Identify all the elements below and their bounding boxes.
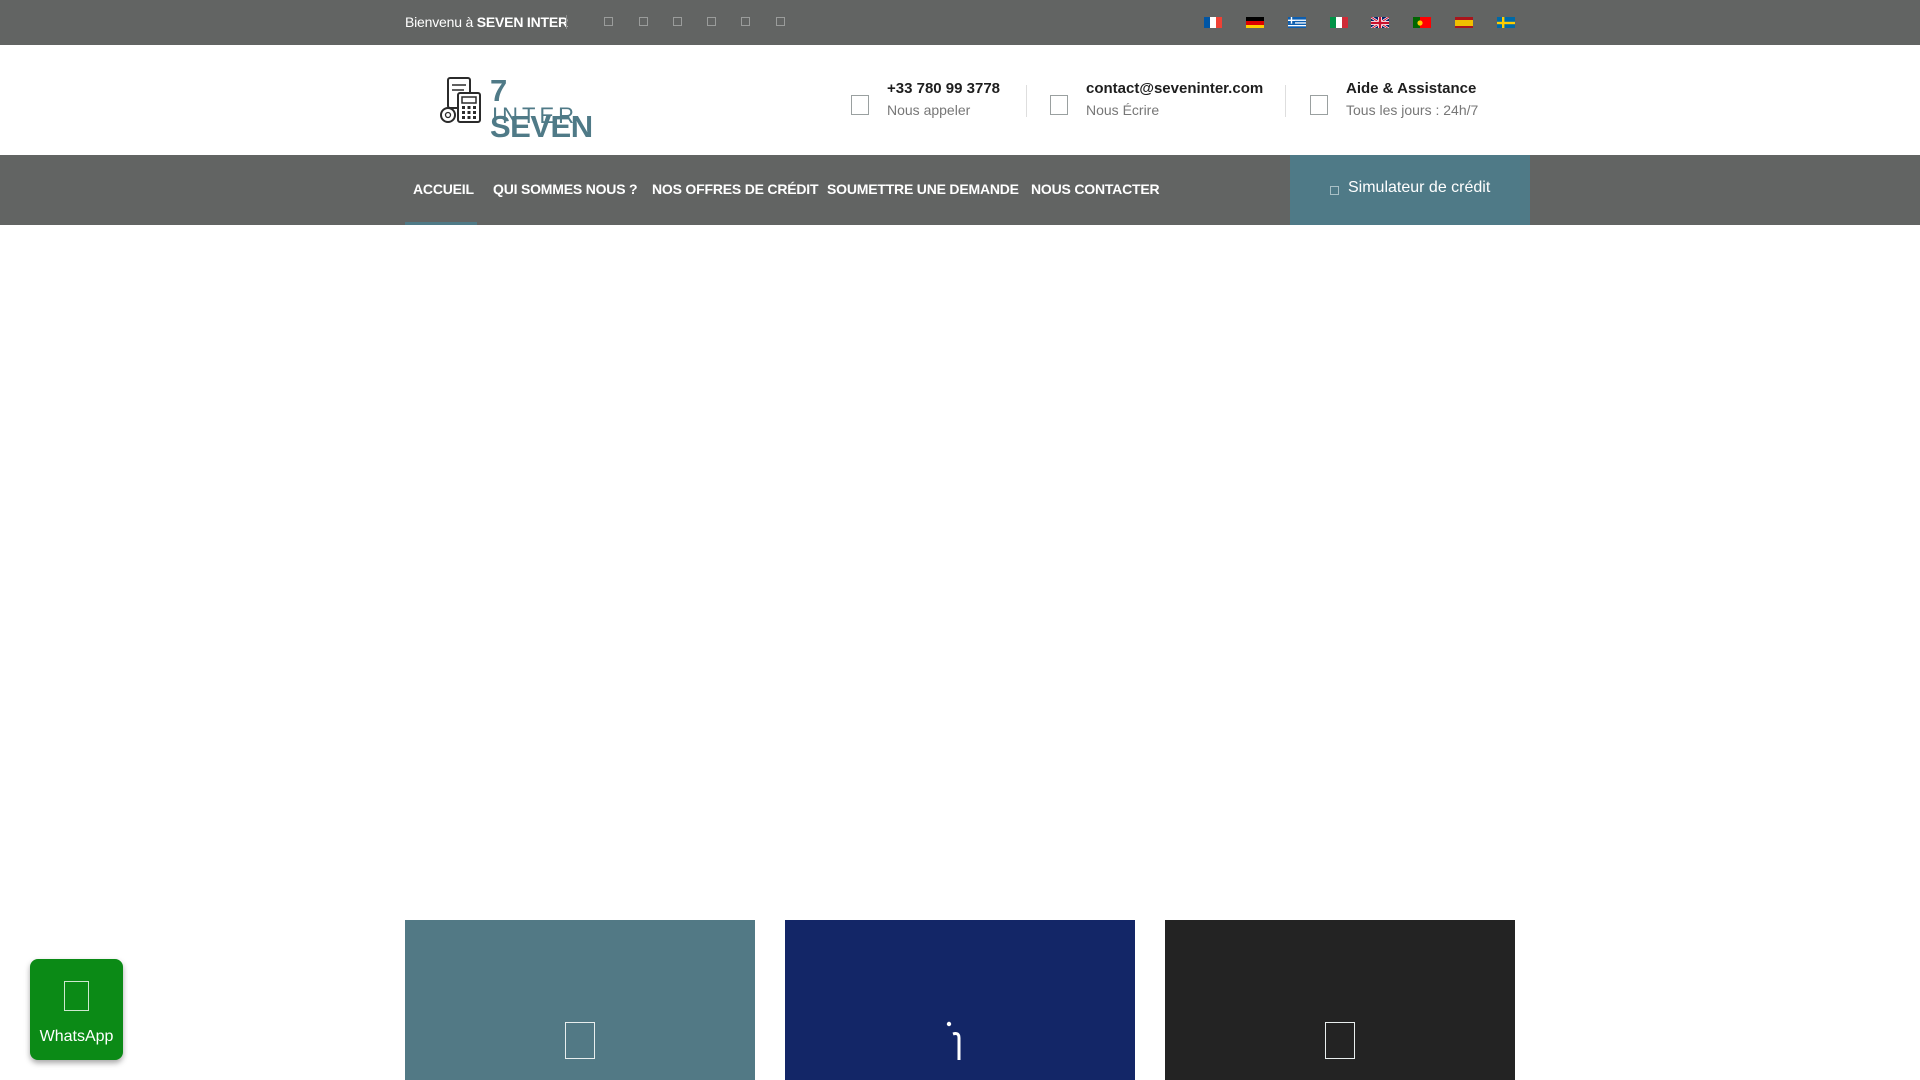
support-icon (1310, 95, 1328, 115)
email-icon (1050, 95, 1068, 115)
welcome-text: Bienvenu à SEVEN INTER (405, 14, 568, 30)
support-subtitle: Tous les jours : 24h/7 (1346, 102, 1479, 118)
nav-item-contact[interactable]: NOUS CONTACTER (1031, 181, 1160, 197)
social-icon-3[interactable] (673, 17, 682, 26)
site-header: 7 SEVEN INTER (0, 45, 1920, 155)
flag-gb-icon[interactable] (1371, 16, 1389, 28)
flag-pt-icon[interactable] (1413, 16, 1431, 28)
divider (1026, 85, 1027, 117)
nav-item-accueil[interactable]: ACCUEIL (413, 181, 474, 197)
phone-number[interactable]: +33 780 99 3778 (887, 80, 1000, 97)
flag-se-icon[interactable] (1497, 16, 1515, 28)
email-subtitle: Nous Écrire (1086, 102, 1160, 118)
whatsapp-button[interactable]: WhatsApp (30, 959, 123, 1060)
feature-card-1[interactable] (405, 920, 755, 1080)
phone-subtitle: Nous appeler (887, 102, 971, 118)
logo-text-bottom: INTER (492, 103, 578, 128)
feature-card-2[interactable] (785, 920, 1135, 1080)
nav-item-soumettre-demande[interactable]: SOUMETTRE UNE DEMANDE (827, 181, 1019, 197)
welcome-brand: SEVEN INTER (476, 14, 568, 30)
card-icon-3 (1325, 1022, 1355, 1059)
whatsapp-icon (64, 981, 89, 1011)
flag-fr-icon[interactable] (1204, 16, 1222, 28)
card-icon-2 (946, 1021, 961, 1060)
active-indicator (405, 222, 477, 225)
nav-item-offres-credit[interactable]: NOS OFFRES DE CRÉDIT (652, 181, 819, 197)
support-title: Aide & Assistance (1346, 80, 1477, 97)
simulator-button[interactable]: Simulateur de crédit (1290, 155, 1530, 225)
flag-es-icon[interactable] (1455, 16, 1473, 28)
phone-icon (851, 95, 869, 115)
social-icon-6[interactable] (776, 17, 785, 26)
logo[interactable]: 7 SEVEN INTER (438, 73, 608, 144)
email-address[interactable]: contact@seveninter.com (1086, 80, 1263, 97)
simulator-label: Simulateur de crédit (1348, 179, 1491, 196)
divider (566, 15, 567, 29)
calculator-icon (440, 77, 481, 123)
social-icon-5[interactable] (741, 17, 750, 26)
social-icon-2[interactable] (639, 17, 648, 26)
card-icon-1 (565, 1022, 595, 1059)
flag-de-icon[interactable] (1246, 16, 1264, 28)
feature-card-3[interactable] (1165, 920, 1515, 1080)
flag-it-icon[interactable] (1330, 16, 1348, 28)
social-icon-1[interactable] (604, 17, 613, 26)
top-bar: Bienvenu à SEVEN INTER (0, 0, 1920, 45)
divider (1285, 85, 1286, 117)
flag-gr-icon[interactable] (1288, 16, 1306, 28)
main-nav: ACCUEIL QUI SOMMES NOUS ? NOS OFFRES DE … (0, 155, 1920, 225)
nav-item-qui-sommes-nous[interactable]: QUI SOMMES NOUS ? (493, 181, 638, 197)
welcome-prefix: Bienvenu à (405, 14, 474, 30)
social-icon-4[interactable] (707, 17, 716, 26)
calculator-icon (1330, 186, 1339, 195)
whatsapp-label: WhatsApp (39, 1028, 114, 1045)
